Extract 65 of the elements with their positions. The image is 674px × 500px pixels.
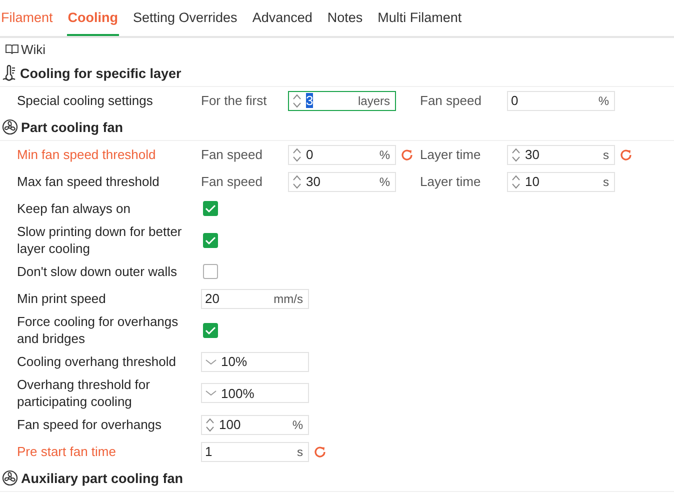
field-caption: Fan speed bbox=[201, 174, 264, 189]
input-field[interactable]: 20 mm/s bbox=[201, 288, 309, 308]
unit-label: s bbox=[603, 174, 609, 188]
reset-icon[interactable] bbox=[400, 148, 414, 162]
reset-icon[interactable] bbox=[313, 444, 327, 458]
setting-label: Don't slow down outer walls bbox=[17, 263, 178, 280]
unit-label: % bbox=[292, 418, 303, 432]
input-field[interactable]: 30 % bbox=[288, 172, 396, 192]
checkbox[interactable] bbox=[203, 264, 218, 279]
checkbox[interactable] bbox=[203, 201, 218, 216]
chevron-down-icon[interactable] bbox=[205, 389, 217, 397]
input-field[interactable]: 30 s bbox=[507, 144, 615, 164]
setting-label: Cooling overhang threshold bbox=[17, 353, 177, 370]
field-caption: Fan speed bbox=[420, 93, 482, 108]
tab[interactable]: Setting Overrides bbox=[132, 9, 238, 36]
field-caption: For the first bbox=[201, 93, 268, 108]
section-title: Auxiliary part cooling fan bbox=[21, 470, 184, 486]
input-field[interactable]: 0 % bbox=[288, 144, 396, 164]
setting-label: Special cooling settings bbox=[17, 92, 154, 109]
setting-label: Min fan speed threshold bbox=[17, 146, 157, 163]
chevron-down-icon[interactable] bbox=[205, 358, 217, 366]
tab[interactable]: Advanced bbox=[251, 9, 314, 36]
checkbox[interactable] bbox=[203, 322, 218, 338]
spin-arrows-icon[interactable] bbox=[292, 174, 302, 190]
unit-label: layers bbox=[358, 94, 390, 108]
setting-label: Slow printing down for better layer cooling bbox=[17, 223, 183, 257]
reset-icon[interactable] bbox=[619, 148, 633, 162]
setting-label: Fan speed for overhangs bbox=[17, 416, 163, 433]
dropdown-field[interactable]: 100% bbox=[201, 383, 309, 403]
input-field[interactable]: 0 % bbox=[507, 90, 615, 110]
spin-arrows-icon[interactable] bbox=[511, 174, 521, 190]
spin-arrows-icon[interactable] bbox=[511, 146, 521, 162]
setting-label: Force cooling for overhangs and bridges bbox=[17, 313, 180, 347]
input-field[interactable]: 3 layers bbox=[288, 90, 396, 110]
unit-label: % bbox=[598, 94, 609, 108]
input-field[interactable]: 100 % bbox=[201, 414, 309, 434]
input-field[interactable]: 10 s bbox=[507, 172, 615, 192]
dropdown-field[interactable]: 10% bbox=[201, 352, 309, 372]
section-title: Part cooling fan bbox=[21, 120, 124, 134]
spin-arrows-icon[interactable] bbox=[292, 92, 302, 108]
unit-label: s bbox=[297, 444, 303, 458]
wiki-link[interactable]: Wiki bbox=[21, 42, 46, 56]
setting-label: Keep fan always on bbox=[17, 200, 132, 217]
field-caption: Layer time bbox=[420, 147, 482, 162]
section-title: Cooling for specific layer bbox=[20, 66, 182, 80]
field-caption: Fan speed bbox=[201, 147, 264, 162]
setting-label: Max fan speed threshold bbox=[17, 173, 160, 190]
unit-label: mm/s bbox=[274, 292, 303, 306]
input-field[interactable]: 1 s bbox=[201, 442, 309, 462]
field-caption: Layer time bbox=[420, 174, 482, 189]
unit-label: s bbox=[603, 148, 609, 162]
book-icon[interactable] bbox=[5, 43, 19, 55]
tab[interactable]: Multi Filament bbox=[376, 9, 463, 36]
fan-icon bbox=[2, 119, 18, 135]
unit-label: % bbox=[379, 148, 390, 162]
spin-arrows-icon[interactable] bbox=[205, 416, 215, 432]
setting-label: Min print speed bbox=[17, 290, 107, 307]
unit-label: % bbox=[379, 174, 390, 188]
setting-label: Overhang threshold for participating cooling bbox=[17, 376, 151, 410]
thermometer-icon bbox=[2, 64, 17, 82]
checkbox[interactable] bbox=[203, 232, 218, 248]
setting-label: Pre start fan time bbox=[17, 443, 117, 460]
fan-icon bbox=[2, 470, 18, 486]
tab[interactable]: Notes bbox=[326, 9, 364, 36]
spin-arrows-icon[interactable] bbox=[292, 146, 302, 162]
